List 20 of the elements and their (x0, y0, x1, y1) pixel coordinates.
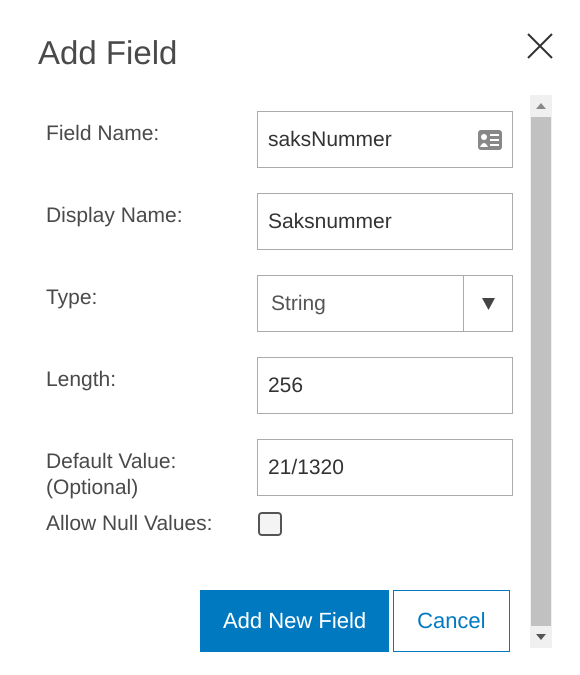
input-field[interactable]: 256 (257, 357, 513, 414)
input-field[interactable]: 21/1320 (257, 439, 513, 496)
dialog-title: Add Field (38, 34, 178, 72)
input-field[interactable]: Saksnummer (257, 193, 513, 250)
scroll-up-icon[interactable] (536, 103, 546, 109)
cancel-button[interactable]: Cancel (393, 590, 510, 652)
checkbox[interactable] (258, 512, 282, 536)
input-field[interactable]: saksNummer (257, 111, 513, 168)
field-label: Default Value: (Optional) (46, 449, 178, 502)
field-label: Display Name: (46, 203, 184, 229)
field-label: Type: (46, 285, 98, 311)
dropdown-arrow-icon (482, 298, 494, 310)
field-label: Field Name: (46, 121, 160, 147)
checkbox-label: Allow Null Values: (46, 512, 214, 536)
close-icon[interactable] (526, 32, 554, 60)
scrollbar[interactable] (530, 95, 552, 648)
scroll-down-icon[interactable] (536, 634, 546, 640)
type-dropdown[interactable]: String (257, 275, 513, 332)
field-label: Length: (46, 367, 118, 393)
add-new-field-button[interactable]: Add New Field (200, 590, 390, 652)
